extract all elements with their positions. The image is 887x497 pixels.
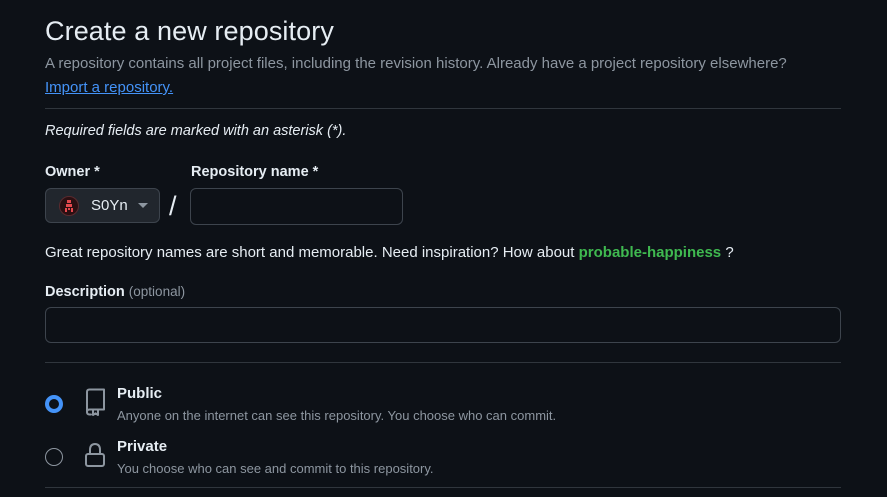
avatar bbox=[59, 195, 79, 216]
private-description: You choose who can see and commit to thi… bbox=[117, 461, 434, 476]
divider bbox=[45, 108, 841, 109]
description-label-text: Description bbox=[45, 284, 125, 300]
public-title: Public bbox=[117, 385, 163, 402]
required-fields-note: Required fields are marked with an aster… bbox=[45, 123, 347, 139]
public-description: Anyone on the internet can see this repo… bbox=[117, 408, 557, 423]
repo-icon bbox=[86, 388, 105, 416]
private-title: Private bbox=[117, 438, 168, 455]
import-repository-link[interactable]: Import a repository. bbox=[45, 79, 173, 96]
page-title: Create a new repository bbox=[45, 16, 334, 46]
name-hint: Great repository names are short and mem… bbox=[45, 244, 734, 261]
owner-dropdown[interactable]: S0Yn bbox=[45, 188, 160, 223]
description-input[interactable] bbox=[45, 307, 841, 343]
name-hint-text: Great repository names are short and mem… bbox=[45, 244, 575, 261]
page-subtitle: A repository contains all project files,… bbox=[45, 55, 787, 72]
public-radio[interactable] bbox=[45, 395, 63, 413]
name-hint-end: ? bbox=[721, 244, 734, 261]
private-radio[interactable] bbox=[45, 448, 63, 466]
repository-name-input[interactable] bbox=[190, 188, 403, 225]
owner-repo-separator: / bbox=[169, 191, 177, 221]
description-label: Description (optional) bbox=[45, 284, 185, 300]
chevron-down-icon bbox=[137, 203, 148, 208]
avatar-image bbox=[65, 199, 73, 212]
repository-name-label: Repository name * bbox=[191, 164, 319, 180]
divider bbox=[45, 362, 841, 363]
lock-icon bbox=[85, 442, 105, 467]
owner-name: S0Yn bbox=[91, 197, 128, 214]
owner-label: Owner * bbox=[45, 164, 100, 180]
name-suggestion[interactable]: probable-happiness bbox=[579, 244, 722, 261]
description-optional-tag: (optional) bbox=[128, 284, 186, 299]
divider bbox=[45, 487, 841, 488]
